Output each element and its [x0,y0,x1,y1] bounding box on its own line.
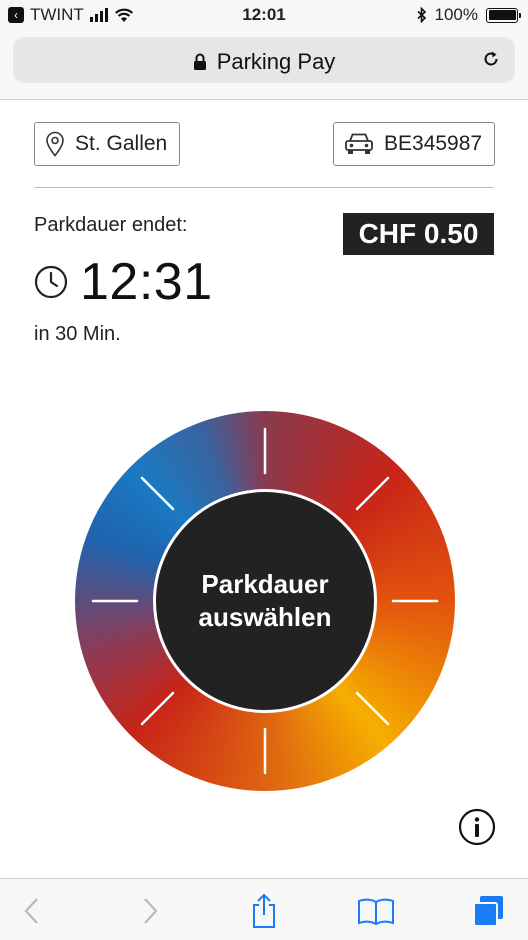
browser-header: Parking Pay [0,30,528,100]
bluetooth-icon [416,7,426,23]
address-title[interactable]: Parking Pay [13,49,515,75]
back-icon[interactable] [12,893,52,929]
location-label: St. Gallen [75,132,168,155]
plate-label: BE345987 [384,132,483,155]
address-bar[interactable]: Parking Pay [13,37,515,83]
lock-icon [193,53,206,70]
vehicle-button[interactable]: BE345987 [333,122,496,166]
reload-icon[interactable] [481,49,501,69]
share-icon[interactable] [244,893,284,929]
browser-toolbar [0,878,528,940]
end-time: 12:31 [34,252,213,312]
parking-ends-label: Parkdauer endet: [34,214,188,236]
duration-dial[interactable]: Parkdauer auswählen [75,411,455,791]
location-button[interactable]: St. Gallen [34,122,181,166]
info-icon[interactable] [458,808,496,846]
select-duration-button[interactable]: Parkdauer auswählen [153,489,377,713]
divider [34,187,494,188]
status-bar: ‹ TWINT 12:01 100% [0,0,528,30]
status-right: 100% [416,5,521,25]
tabs-icon[interactable] [468,893,508,929]
page-title: Parking Pay [216,49,336,74]
battery-icon [486,7,521,23]
select-duration-label: Parkdauer auswählen [198,569,332,632]
car-icon [345,133,373,154]
end-time-value: 12:31 [80,253,213,311]
bookmarks-icon[interactable] [356,893,396,929]
price-badge: CHF 0.50 [343,213,494,255]
remaining-time: in 30 Min. [34,323,121,345]
clock-icon [34,265,68,299]
map-pin-icon [46,131,64,157]
battery-percent: 100% [434,5,478,24]
forward-icon[interactable] [130,893,170,929]
